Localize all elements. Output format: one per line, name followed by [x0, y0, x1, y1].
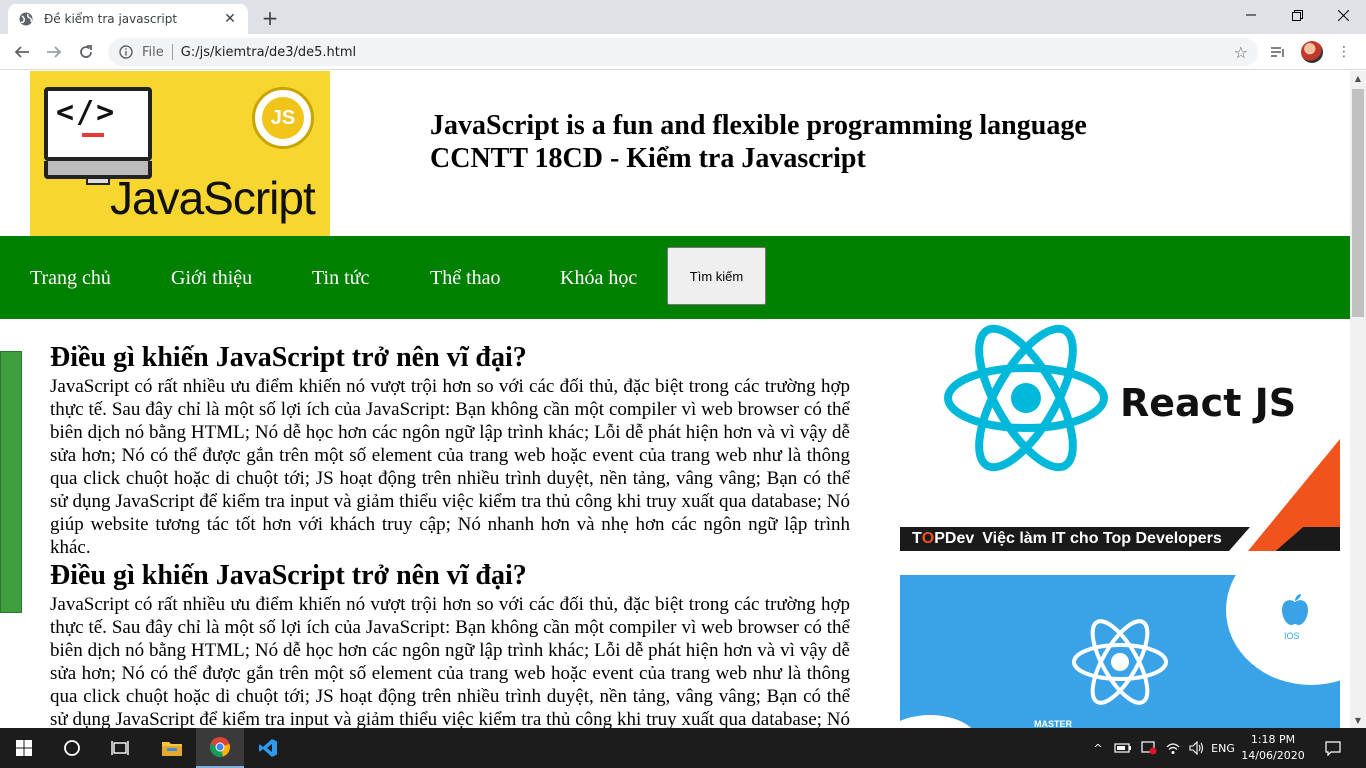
logo-wordmark: JavaScript [110, 172, 316, 224]
page-viewport: </> JS JavaScript JavaScript is a fun an… [0, 71, 1350, 728]
react-atom-icon [1072, 619, 1168, 705]
article: Điều gì khiến JavaScript trở nên vĩ đại?… [50, 341, 850, 559]
info-icon[interactable] [118, 44, 134, 60]
master-caption: MASTER [1034, 719, 1072, 728]
monitor-icon: </> [44, 87, 152, 161]
left-accent-bar [0, 351, 22, 613]
white-blob-shape [1226, 575, 1340, 685]
menu-item-about[interactable]: Giới thiệu [171, 267, 252, 290]
globe-icon [18, 11, 34, 27]
page-title: JavaScript is a fun and flexible program… [430, 109, 1087, 175]
battery-icon[interactable] [1112, 728, 1134, 768]
close-tab-icon[interactable]: ✕ [222, 11, 238, 27]
title-line-1: JavaScript is a fun and flexible program… [430, 110, 1087, 141]
task-view-icon[interactable] [96, 728, 144, 768]
main-menu: Trang chủ Giới thiệu Tin tức Thể thao Kh… [0, 236, 1350, 319]
topdev-brand: TOPDev [912, 530, 975, 547]
action-center-icon[interactable] [1320, 728, 1346, 768]
scroll-down-arrow-icon[interactable]: ▼ [1353, 716, 1363, 725]
main-content: Điều gì khiến JavaScript trở nên vĩ đại?… [50, 341, 850, 728]
white-bottom-shape [900, 715, 980, 728]
windows-start-icon[interactable] [0, 728, 48, 768]
windows-taskbar: ^ ENG 1:18 PM 14/06/2020 [0, 728, 1366, 768]
clock-date: 14/06/2020 [1241, 749, 1305, 762]
chrome-icon[interactable] [196, 728, 244, 768]
article-body: JavaScript có rất nhiều ưu điểm khiến nó… [50, 376, 850, 558]
clock-time: 1:18 PM [1250, 733, 1296, 746]
restore-button[interactable] [1274, 0, 1320, 30]
sidebar-ads: React JS TOPDev Việc làm IT cho Top Deve… [900, 319, 1340, 728]
bookmark-star-icon[interactable]: ☆ [1234, 43, 1248, 62]
browser-toolbar: File G:/js/kiemtra/de3/de5.html ☆ ⋮ [0, 34, 1366, 70]
search-button[interactable]: Tìm kiếm [667, 247, 766, 305]
react-native-ios-banner[interactable]: IOS MASTER [900, 575, 1340, 728]
profile-avatar[interactable] [1301, 41, 1323, 63]
article-heading: Điều gì khiến JavaScript trở nên vĩ đại? [50, 342, 527, 373]
scheme-label: File [142, 44, 164, 60]
title-line-2: CCNTT 18CD - Kiểm tra Javascript [430, 143, 866, 174]
browser-titlebar: Đề kiểm tra javascript ✕ + [0, 0, 1366, 34]
new-tab-button[interactable]: + [258, 6, 282, 30]
volume-icon[interactable] [1186, 728, 1208, 768]
js-badge-text: JS [262, 97, 304, 139]
language-indicator[interactable]: ENG [1208, 728, 1238, 768]
menu-item-home[interactable]: Trang chủ [30, 267, 111, 290]
browser-tab[interactable]: Đề kiểm tra javascript ✕ [8, 4, 248, 34]
cursor-underline [82, 133, 104, 137]
wifi-icon[interactable] [1162, 728, 1184, 768]
react-atom-icon [944, 324, 1108, 472]
search-icon[interactable] [48, 728, 96, 768]
tab-title: Đề kiểm tra javascript [44, 12, 178, 26]
menu-item-courses[interactable]: Khóa học [560, 267, 637, 290]
menu-item-sports[interactable]: Thể thao [430, 267, 501, 290]
page-header: </> JS JavaScript JavaScript is a fun an… [0, 71, 1350, 236]
address-bar[interactable]: File G:/js/kiemtra/de3/de5.html ☆ [108, 38, 1258, 66]
article-body: JavaScript có rất nhiều ưu điểm khiến nó… [50, 594, 850, 728]
menu-item-news[interactable]: Tin tức [312, 267, 369, 290]
topdev-slogan: Việc làm IT cho Top Developers [982, 530, 1222, 547]
vscode-icon[interactable] [244, 728, 292, 768]
minimize-button[interactable] [1228, 0, 1274, 30]
monitor-stand [86, 179, 110, 185]
file-explorer-icon[interactable] [148, 728, 196, 768]
scroll-up-arrow-icon[interactable]: ▲ [1353, 74, 1363, 83]
notification-block-icon[interactable] [1138, 728, 1160, 768]
article-heading: Điều gì khiến JavaScript trở nên vĩ đại? [50, 560, 527, 591]
topdev-strip: TOPDev Việc làm IT cho Top Developers [900, 527, 1250, 551]
close-window-button[interactable] [1320, 0, 1366, 30]
apple-icon [1282, 594, 1308, 625]
reload-button[interactable] [74, 40, 98, 64]
react-js-title: React JS [1120, 381, 1297, 425]
scroll-thumb[interactable] [1352, 89, 1364, 317]
react-js-banner[interactable]: React JS TOPDev Việc làm IT cho Top Deve… [900, 319, 1340, 551]
forward-button[interactable] [42, 40, 66, 64]
back-button[interactable] [10, 40, 34, 64]
media-queue-icon[interactable] [1268, 42, 1288, 62]
browser-menu-icon[interactable]: ⋮ [1334, 42, 1354, 62]
article: Điều gì khiến JavaScript trở nên vĩ đại?… [50, 559, 850, 728]
url-text[interactable]: G:/js/kiemtra/de3/de5.html [181, 45, 1234, 60]
address-separator [171, 44, 173, 60]
page-scrollbar[interactable]: ▲ ▼ [1350, 71, 1366, 728]
ios-label: IOS [1284, 631, 1300, 641]
chevron-up-icon[interactable]: ^ [1090, 728, 1106, 768]
monitor-code-glyph: </> [56, 95, 117, 130]
system-clock[interactable]: 1:18 PM 14/06/2020 [1238, 732, 1308, 764]
javascript-logo: </> JS JavaScript [30, 71, 330, 236]
js-badge-icon: JS [252, 87, 314, 149]
